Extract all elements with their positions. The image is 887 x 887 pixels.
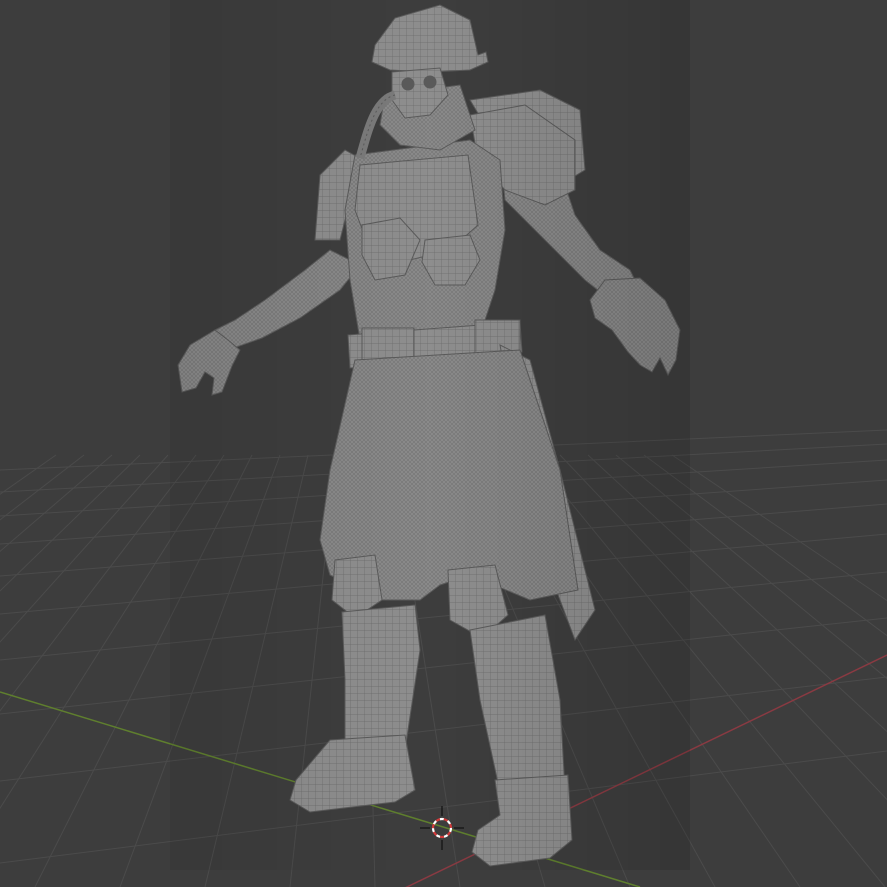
grid-line: [0, 454, 197, 712]
grid-line: [0, 454, 169, 643]
3d-viewport[interactable]: [0, 0, 887, 887]
character-mesh[interactable]: [170, 0, 690, 870]
grid-line: [0, 454, 57, 495]
grid-line: [0, 454, 113, 553]
grid-line: [0, 454, 85, 521]
grid-line: [0, 454, 141, 592]
viewport-canvas[interactable]: [0, 0, 887, 887]
